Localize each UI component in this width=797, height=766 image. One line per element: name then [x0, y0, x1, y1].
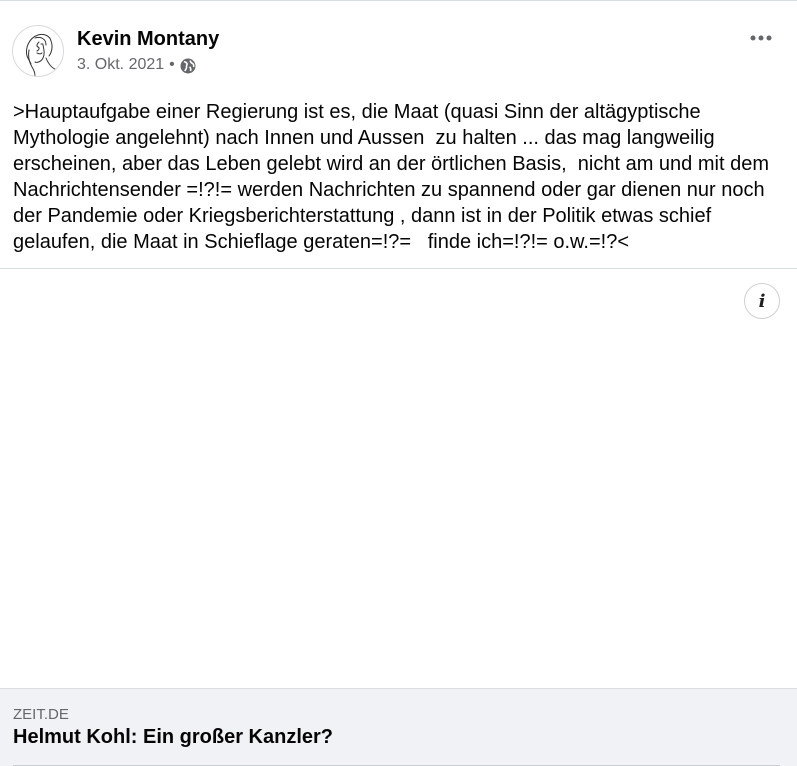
avatar-sketch-icon [26, 33, 58, 76]
more-options-button[interactable] [747, 24, 775, 52]
link-preview-card[interactable]: ZEIT.DE Helmut Kohl: Ein großer Kanzler? [0, 688, 797, 766]
info-button[interactable]: i [744, 283, 780, 319]
post-date[interactable]: 3. Okt. 2021 [77, 54, 164, 76]
globe-icon[interactable] [180, 58, 196, 74]
avatar[interactable] [12, 25, 64, 77]
meta-separator: • [169, 56, 175, 73]
link-domain: ZEIT.DE [13, 706, 69, 723]
top-divider [0, 0, 797, 1]
link-title[interactable]: Helmut Kohl: Ein großer Kanzler? [13, 724, 333, 750]
author-name[interactable]: Kevin Montany [77, 26, 219, 52]
post-header: Kevin Montany 3. Okt. 2021 • [12, 24, 787, 80]
post-meta: 3. Okt. 2021 • [77, 54, 196, 76]
info-icon: i [758, 290, 766, 312]
post-text: >Hauptaufgabe einer Regierung ist es, di… [13, 101, 775, 253]
more-options-icon [750, 35, 772, 41]
media-area[interactable] [0, 269, 797, 688]
